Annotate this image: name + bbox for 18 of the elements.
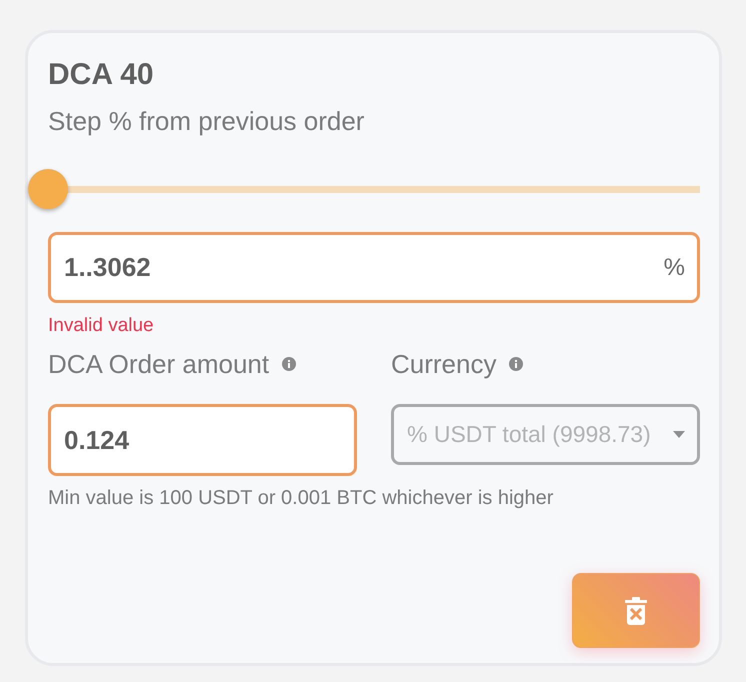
card-title: DCA 40	[48, 57, 155, 93]
step-value: 1..3062	[64, 252, 151, 283]
amount-input-field[interactable]: 0.124	[48, 404, 357, 476]
currency-label: Currency	[391, 348, 496, 380]
slider-thumb[interactable]	[28, 169, 68, 209]
currency-value: % USDT total (9998.73)	[407, 421, 651, 448]
trash-icon	[625, 596, 647, 624]
amount-label: DCA Order amount	[48, 348, 270, 380]
helper-text: Min value is 100 USDT or 0.001 BTC whichever is higher	[48, 486, 554, 510]
info-icon[interactable]	[509, 357, 524, 371]
step-input-field[interactable]: 1..3062 %	[48, 232, 700, 303]
caret-icon	[673, 431, 685, 438]
step-label: Step % from previous order	[48, 105, 366, 137]
amount-value: 0.124	[64, 424, 130, 456]
percent-unit: %	[664, 254, 685, 282]
delete-button[interactable]	[572, 573, 700, 648]
info-icon[interactable]	[282, 357, 296, 371]
error-message: Invalid value	[48, 314, 155, 338]
